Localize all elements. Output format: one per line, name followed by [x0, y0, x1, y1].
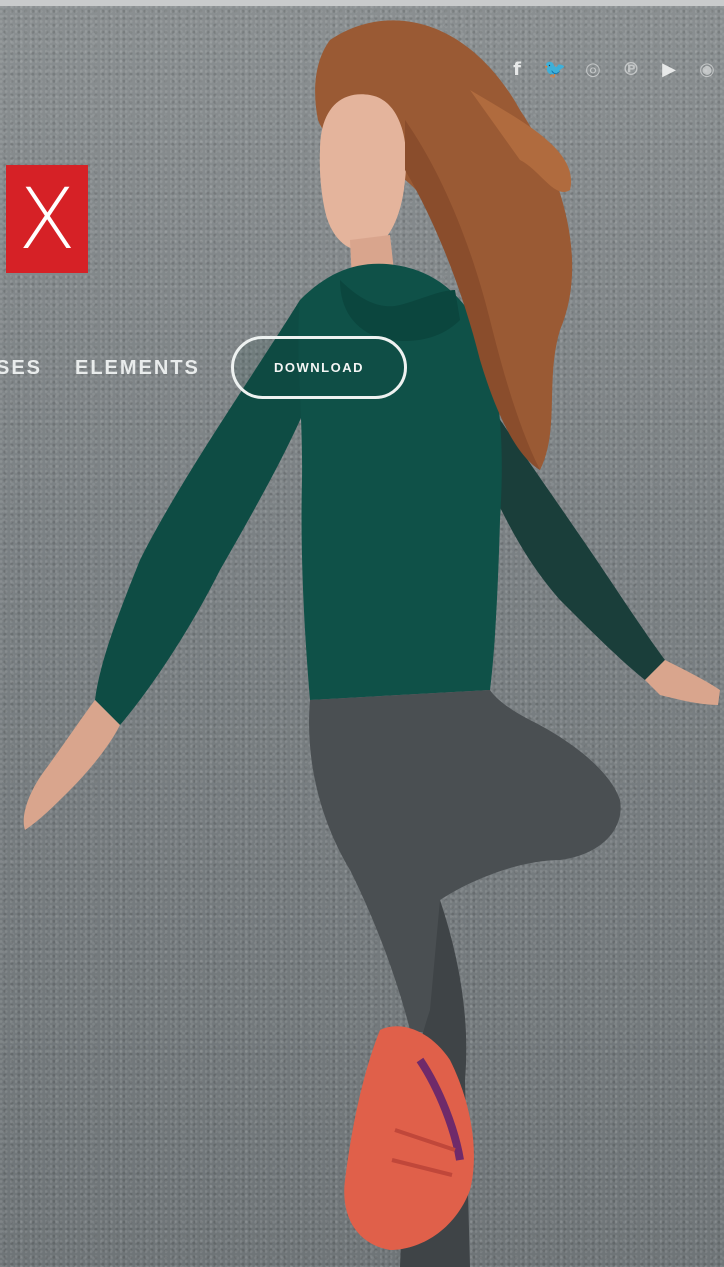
right-arm [470, 390, 665, 680]
facebook-icon[interactable]: f [506, 56, 528, 82]
youtube-icon[interactable]: ▶ [658, 56, 680, 82]
top-strip [0, 0, 724, 6]
face-shape [319, 94, 407, 251]
nav-item-elements[interactable]: ELEMENTS [75, 357, 200, 380]
hoodie-shape [298, 263, 502, 700]
logo-letter: X [18, 170, 76, 268]
pinterest-icon[interactable]: ℗ [620, 56, 642, 82]
download-button[interactable]: DOWNLOAD [231, 336, 407, 399]
dribbble-icon[interactable]: ◉ [696, 56, 718, 82]
social-links: f 🐦 ◎ ℗ ▶ ◉ [506, 56, 718, 82]
hair-shape [315, 20, 573, 470]
hero-image [23, 20, 720, 1267]
leggings-shape [309, 690, 621, 1040]
download-button-label: DOWNLOAD [274, 360, 364, 375]
nav-item-partial[interactable]: SES [0, 357, 42, 380]
shoe-shape [344, 1026, 474, 1250]
site-logo[interactable]: X [6, 165, 88, 273]
hero-section: f 🐦 ◎ ℗ ▶ ◉ X SES ELEMENTS DOWNLOAD [0, 0, 724, 1267]
twitter-icon[interactable]: 🐦 [544, 56, 566, 82]
instagram-icon[interactable]: ◎ [582, 56, 604, 82]
